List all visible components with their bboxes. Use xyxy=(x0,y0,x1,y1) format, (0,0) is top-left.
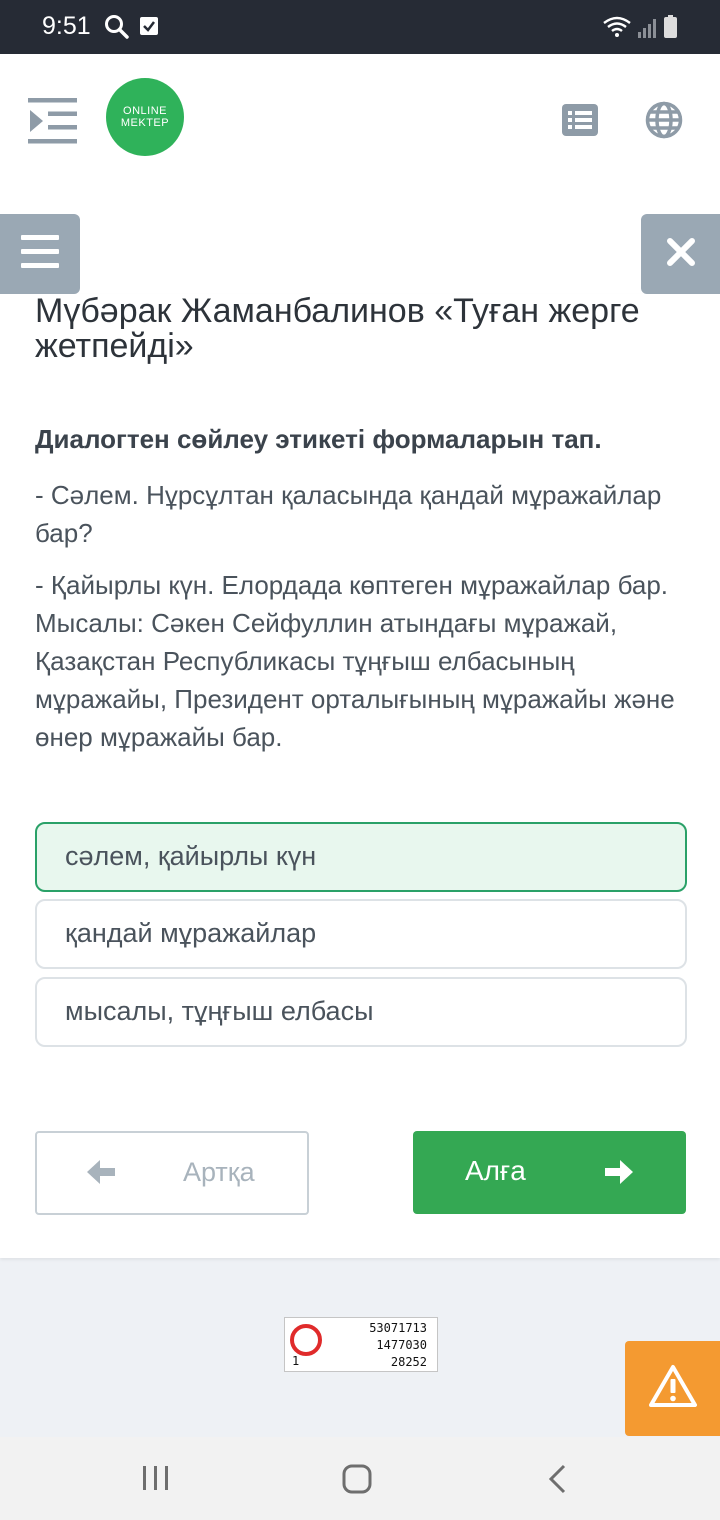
warning-icon xyxy=(648,1364,698,1413)
checkbox-notification-icon xyxy=(139,16,159,41)
signal-icon xyxy=(638,19,656,38)
list-icon[interactable] xyxy=(562,104,598,141)
status-indicators xyxy=(602,14,682,45)
logo-text-online: ONLINE xyxy=(123,105,167,117)
answer-option-label: мысалы, тұңғыш елбасы xyxy=(65,996,374,1026)
answer-option-2[interactable]: қандай мұражайлар xyxy=(35,899,687,969)
counter-corner-value: 1 xyxy=(292,1354,300,1368)
back-button[interactable]: Артқа xyxy=(35,1131,309,1215)
arrow-right-icon xyxy=(603,1159,633,1190)
question-text: Диалогтен сөйлеу этикеті формаларын тап. xyxy=(35,424,602,454)
logo-text-mektep: MEKTEP xyxy=(120,117,170,129)
menu-indent-icon[interactable] xyxy=(28,98,78,149)
counter-value-1: 53071713 xyxy=(369,1321,427,1335)
answer-option-label: сәлем, қайырлы күн xyxy=(65,841,317,871)
app-header: ONLINE MEKTEP xyxy=(0,54,720,294)
hamburger-menu-button[interactable] xyxy=(0,214,80,294)
status-time: 9:51 xyxy=(42,12,91,40)
back-button-label: Артқа xyxy=(183,1157,255,1187)
lesson-title: Мүбәрак Жаманбалинов «Туған жерге жетпей… xyxy=(35,292,640,365)
counter-value-2: 1477030 xyxy=(376,1338,427,1352)
status-bar: 9:51 xyxy=(0,0,720,54)
answer-option-3[interactable]: мысалы, тұңғыш елбасы xyxy=(35,977,687,1047)
dialog-line-2: - Қайырлы күн. Елордада көптеген мұражай… xyxy=(35,570,675,752)
close-panel-button[interactable] xyxy=(641,214,720,294)
lesson-content: Мүбәрак Жаманбалинов «Туған жерге жетпей… xyxy=(0,294,720,1258)
dialog-line-1: - Сәлем. Нұрсұлтан қаласында қандай мұра… xyxy=(35,480,662,548)
recent-apps-icon[interactable] xyxy=(141,1464,171,1497)
answer-option-label: қандай мұражайлар xyxy=(65,918,317,948)
home-icon[interactable] xyxy=(341,1463,373,1500)
report-issue-button[interactable] xyxy=(625,1341,720,1436)
system-navigation-bar xyxy=(0,1437,720,1520)
wifi-icon xyxy=(603,16,631,37)
next-button[interactable]: Алға xyxy=(413,1131,686,1214)
online-mektep-logo[interactable]: ONLINE MEKTEP xyxy=(106,78,184,156)
battery-icon xyxy=(664,15,677,38)
back-nav-icon[interactable] xyxy=(547,1464,569,1499)
counter-value-3: 28252 xyxy=(390,1355,427,1369)
search-icon xyxy=(104,14,130,45)
visitor-counter: 1 53071713 1477030 28252 xyxy=(284,1317,438,1372)
hamburger-icon xyxy=(21,234,59,274)
globe-icon[interactable] xyxy=(645,101,683,144)
next-button-label: Алға xyxy=(465,1155,526,1186)
arrow-left-icon xyxy=(87,1159,117,1190)
answer-option-1[interactable]: сәлем, қайырлы күн xyxy=(35,822,687,892)
close-icon xyxy=(666,237,696,272)
